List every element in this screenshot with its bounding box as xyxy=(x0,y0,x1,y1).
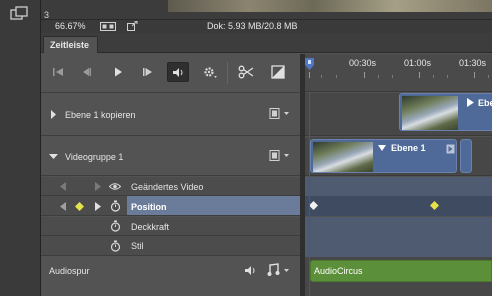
document-size-info[interactable]: Dok: 5.93 MB/20.8 MB xyxy=(207,21,298,31)
arrange-windows-icon[interactable] xyxy=(9,5,31,25)
track-header-layer-copy[interactable]: Ebene 1 kopieren xyxy=(41,93,300,136)
lane-video-group: Ebene 1 xyxy=(305,137,492,176)
skip-to-start-icon xyxy=(53,68,63,76)
previous-frame-button[interactable] xyxy=(75,62,97,82)
filmstrip-icon xyxy=(269,108,289,119)
timeline-status-icon xyxy=(100,22,116,31)
time-ruler[interactable]: 00:30s 01:00s 01:30s xyxy=(305,54,492,92)
lane-audio: AudioCircus xyxy=(305,257,492,296)
status-bar: 66.67% Dok: 5.93 MB/20.8 MB xyxy=(41,19,492,33)
clip-label: Ebene 1 xyxy=(391,143,426,153)
clip-layer-copy[interactable]: Ebe xyxy=(399,93,492,131)
transport-controls xyxy=(41,54,305,93)
clip-end-marker-icon[interactable] xyxy=(446,144,455,154)
track-header-audio[interactable]: Audiospur xyxy=(41,257,300,296)
tab-label: Zeitleiste xyxy=(50,40,90,50)
add-keyframe-icon[interactable] xyxy=(75,202,84,211)
clip-label: Ebe xyxy=(478,98,492,108)
transition-button[interactable] xyxy=(267,62,289,82)
property-label: Position xyxy=(131,202,167,212)
ruler-tick-label: 01:00s xyxy=(404,58,432,68)
filmstrip-menu[interactable] xyxy=(269,150,291,161)
expand-arrow-icon[interactable] xyxy=(50,110,57,119)
eye-icon[interactable] xyxy=(109,182,121,191)
property-label: Geändertes Video xyxy=(131,182,204,192)
playhead-line xyxy=(309,92,310,296)
property-row-altered-video[interactable]: Geändertes Video xyxy=(41,177,300,196)
property-row-opacity[interactable]: Deckkraft xyxy=(41,217,300,236)
track-label: Ebene 1 kopieren xyxy=(65,110,136,120)
next-frame-icon xyxy=(143,68,152,76)
play-button[interactable] xyxy=(107,62,129,82)
property-label: Deckkraft xyxy=(131,222,170,232)
timeline-panel: Zeitleiste 00:30s 01:00s 01:30s Ebene 1 … xyxy=(41,33,492,296)
play-icon xyxy=(115,67,122,77)
keyframe-diamond[interactable] xyxy=(430,201,439,210)
property-row-style[interactable]: Stil xyxy=(41,236,300,256)
skip-to-start-button[interactable] xyxy=(47,62,69,82)
next-keyframe-icon[interactable] xyxy=(94,182,101,191)
clip-thumbnail xyxy=(402,96,458,130)
property-label: Stil xyxy=(131,241,144,251)
lane-opacity xyxy=(305,217,492,236)
transition-icon xyxy=(271,65,285,79)
clip-next[interactable] xyxy=(460,139,472,173)
tab-timeline[interactable]: Zeitleiste xyxy=(43,36,98,53)
lane-layer-copy: Ebe xyxy=(305,93,492,136)
stopwatch-icon[interactable] xyxy=(110,240,121,252)
panel-tab-bar: Zeitleiste xyxy=(41,33,492,53)
lane-altered-video xyxy=(305,177,492,196)
audio-clip[interactable]: AudioCircus xyxy=(310,260,492,282)
zoom-level[interactable]: 66.67% xyxy=(55,21,86,31)
lane-style xyxy=(305,236,492,257)
split-clip-button[interactable] xyxy=(235,62,257,82)
prev-keyframe-icon[interactable] xyxy=(60,202,67,211)
collapse-arrow-icon[interactable] xyxy=(49,153,58,160)
filmstrip-menu[interactable] xyxy=(269,108,291,119)
lane-position xyxy=(305,196,492,216)
clip-dropdown-icon[interactable] xyxy=(378,145,386,151)
stopwatch-icon[interactable] xyxy=(110,220,121,232)
scissors-icon xyxy=(238,65,254,79)
speaker-icon xyxy=(172,67,182,77)
music-note-menu-icon[interactable] xyxy=(267,263,291,277)
track-label: Videogruppe 1 xyxy=(65,152,124,162)
speaker-icon[interactable] xyxy=(244,265,257,276)
clip-layer-1[interactable]: Ebene 1 xyxy=(310,139,457,173)
audio-clip-label: AudioCircus xyxy=(314,266,363,276)
stopwatch-icon[interactable] xyxy=(110,200,121,212)
gear-icon xyxy=(204,67,217,78)
ruler-tick-label: 01:30s xyxy=(459,58,487,68)
next-frame-button[interactable] xyxy=(137,62,159,82)
canvas-image xyxy=(168,0,492,12)
filmstrip-icon xyxy=(269,150,289,161)
property-row-position[interactable]: Position xyxy=(41,196,300,216)
clip-thumbnail xyxy=(313,142,373,172)
track-label: Audiospur xyxy=(49,266,90,276)
previous-frame-icon xyxy=(83,68,91,76)
track-header-video-group[interactable]: Videogruppe 1 xyxy=(41,137,300,176)
settings-button[interactable] xyxy=(199,62,221,82)
next-keyframe-icon[interactable] xyxy=(94,202,101,211)
prev-keyframe-icon[interactable] xyxy=(60,182,67,191)
keyframe-diamond[interactable] xyxy=(309,201,318,210)
playhead-handle-icon[interactable] xyxy=(305,58,314,70)
export-icon[interactable] xyxy=(127,20,138,31)
ruler-tick-label: 00:30s xyxy=(349,58,377,68)
clip-menu-arrow-icon[interactable] xyxy=(467,98,474,107)
audio-toggle-button[interactable] xyxy=(167,62,189,82)
tool-column xyxy=(0,0,41,296)
